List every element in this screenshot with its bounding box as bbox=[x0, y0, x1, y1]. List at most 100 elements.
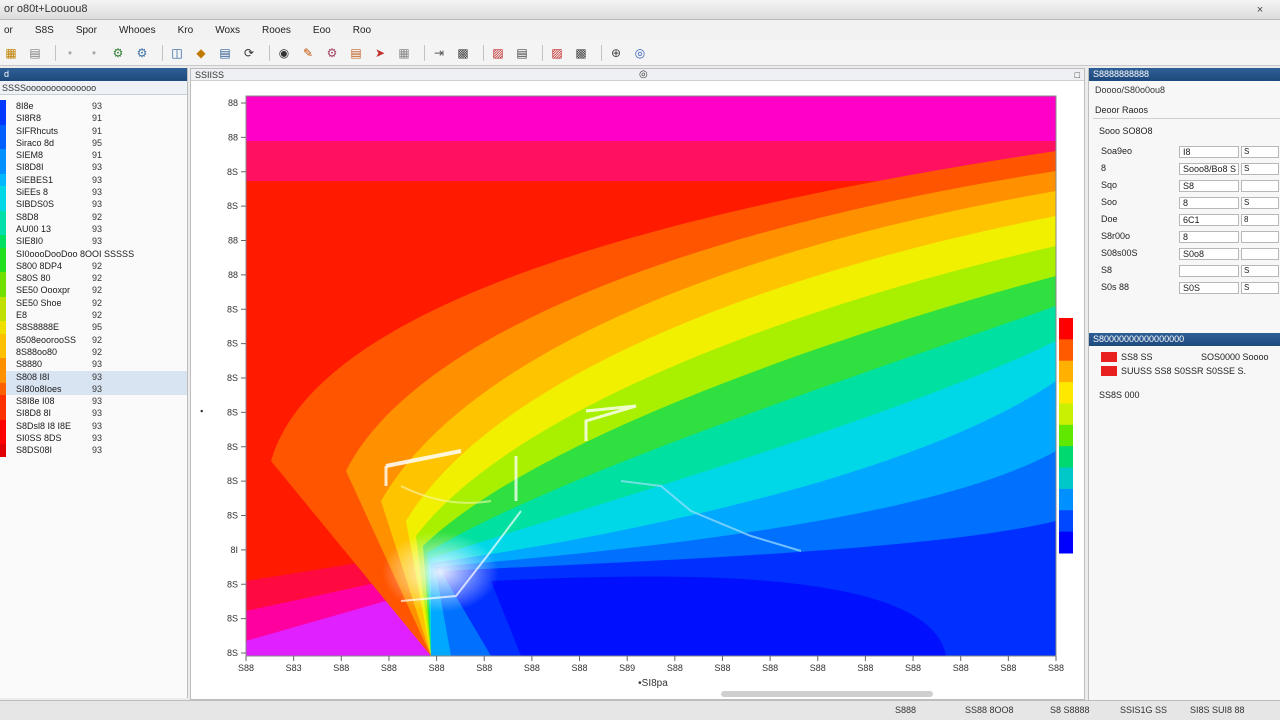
menu-item[interactable]: Spor bbox=[76, 25, 97, 36]
property-unit-select[interactable]: S bbox=[1241, 197, 1279, 209]
layer-item[interactable]: S8880 93 bbox=[0, 358, 187, 371]
layer-item[interactable]: SIE8I0 93 bbox=[0, 235, 187, 248]
layer-value: 93 bbox=[92, 433, 103, 444]
property-unit-select[interactable]: S bbox=[1241, 163, 1279, 175]
chart-icon[interactable]: ▩ bbox=[454, 44, 472, 62]
target-icon[interactable]: ◎ bbox=[631, 44, 649, 62]
dot-icon[interactable]: • bbox=[61, 44, 79, 62]
layer-item[interactable]: SI80o8Ioes 93 bbox=[0, 382, 187, 396]
dot-icon[interactable]: • bbox=[85, 44, 103, 62]
pin-icon[interactable]: ◎ bbox=[639, 69, 648, 81]
layer-item[interactable]: SiEEs 8 93 bbox=[0, 186, 187, 199]
layer-item[interactable]: SiEBES1 93 bbox=[0, 173, 187, 187]
layer-item[interactable]: Siraco 8d 95 bbox=[0, 136, 187, 150]
layer-value: 92 bbox=[92, 211, 103, 222]
layer-item[interactable]: SE50 Shoe 92 bbox=[0, 296, 187, 310]
property-unit-select[interactable]: S bbox=[1241, 282, 1279, 294]
gear-icon[interactable]: ⚙ bbox=[133, 44, 151, 62]
layer-item[interactable]: 8S88oo80 92 bbox=[0, 345, 187, 359]
close-icon[interactable]: □ bbox=[1075, 69, 1080, 81]
layer-item[interactable]: SIBDS0S 93 bbox=[0, 198, 187, 211]
close-icon[interactable]: × bbox=[1246, 2, 1274, 17]
x-tick-label: S88 bbox=[762, 663, 778, 673]
property-unit-select[interactable] bbox=[1241, 180, 1279, 192]
layer-item[interactable]: SI8D8I 93 bbox=[0, 161, 187, 174]
export-icon[interactable]: ⇥ bbox=[430, 44, 448, 62]
property-field[interactable]: S0o8 bbox=[1179, 248, 1239, 260]
property-unit-select[interactable] bbox=[1241, 248, 1279, 260]
property-label: S0s 88 bbox=[1101, 282, 1130, 292]
property-field[interactable]: 8 bbox=[1179, 197, 1239, 209]
layer-item[interactable]: S800 8DP4 92 bbox=[0, 259, 187, 273]
layer-item[interactable]: SIEM8 91 bbox=[0, 149, 187, 162]
layer-item[interactable]: S80S 80 92 bbox=[0, 272, 187, 285]
property-field[interactable] bbox=[1179, 265, 1239, 277]
view-icon[interactable]: ◉ bbox=[275, 44, 293, 62]
contour-plot[interactable]: 88888S8S88888S8S8S8S8S8S8S8I8S8S8S S88 S8… bbox=[191, 81, 1084, 691]
grid-icon[interactable]: ▦ bbox=[2, 44, 20, 62]
menu-item[interactable]: Rooes bbox=[262, 25, 291, 36]
table-icon[interactable]: ▦ bbox=[395, 44, 413, 62]
chart-icon[interactable]: ▨ bbox=[489, 44, 507, 62]
menu-item[interactable]: Woxs bbox=[215, 25, 240, 36]
brush-icon[interactable]: ✎ bbox=[299, 44, 317, 62]
layer-item[interactable]: SI8D8 8I 93 bbox=[0, 407, 187, 420]
property-unit-select[interactable]: S bbox=[1241, 146, 1279, 158]
refresh-icon[interactable]: ⟳ bbox=[240, 44, 258, 62]
layer-icon[interactable]: ▤ bbox=[513, 44, 531, 62]
menu-item[interactable]: or bbox=[4, 25, 13, 36]
layer-item[interactable]: S808 I8I 93 bbox=[0, 370, 187, 383]
property-field[interactable]: I8 bbox=[1179, 146, 1239, 158]
layer-item[interactable]: AU00 13 93 bbox=[0, 222, 187, 236]
color-swatch bbox=[0, 395, 6, 408]
crosshair-icon[interactable]: ⊕ bbox=[607, 44, 625, 62]
layer-value: 92 bbox=[92, 297, 103, 308]
pointer-icon[interactable]: ➤ bbox=[371, 44, 389, 62]
horizontal-scrollbar[interactable] bbox=[721, 691, 933, 697]
property-unit-select[interactable]: 8 bbox=[1241, 214, 1279, 226]
menu-item[interactable]: Roo bbox=[353, 25, 371, 36]
property-unit-select[interactable] bbox=[1241, 231, 1279, 243]
layer-item[interactable]: SE50 Oooxpr 92 bbox=[0, 284, 187, 297]
layer-item[interactable]: S8DS08I 93 bbox=[0, 444, 187, 457]
menu-item[interactable]: Eoo bbox=[313, 25, 331, 36]
properties-title: Doooo/S80o0ou8 bbox=[1095, 85, 1166, 95]
save-icon[interactable]: ▤ bbox=[216, 44, 234, 62]
layer-item[interactable]: 8I8e 93 bbox=[0, 100, 187, 113]
layer-icon[interactable]: ▩ bbox=[572, 44, 590, 62]
layers-icon[interactable]: ▤ bbox=[26, 44, 44, 62]
layer-item[interactable]: S8Dsl8 I8 I8E 93 bbox=[0, 419, 187, 433]
menu-item[interactable]: Whooes bbox=[119, 25, 156, 36]
shape-icon[interactable]: ◆ bbox=[192, 44, 210, 62]
property-field[interactable]: Sooo8/Bo8 S bbox=[1179, 163, 1239, 175]
layer-item[interactable]: 8508eoorooSS 92 bbox=[0, 333, 187, 346]
save-icon[interactable]: ▤ bbox=[347, 44, 365, 62]
x-tick-label: S88 bbox=[857, 663, 873, 673]
layer-item[interactable]: SIFRhcuts 91 bbox=[0, 124, 187, 137]
layer-item[interactable]: S8S8888E 95 bbox=[0, 321, 187, 334]
layer-item[interactable]: S8I8e I08 93 bbox=[0, 395, 187, 408]
layer-item[interactable]: SI8R8 91 bbox=[0, 112, 187, 125]
layer-item[interactable]: SI0oooDooDoo 8OOI SSSSS bbox=[0, 247, 187, 260]
layer-value: 93 bbox=[92, 420, 103, 431]
property-field[interactable]: 6C1 bbox=[1179, 214, 1239, 226]
gear-icon[interactable]: ⚙ bbox=[109, 44, 127, 62]
color-swatch bbox=[0, 100, 6, 113]
property-field[interactable]: 8 bbox=[1179, 231, 1239, 243]
plot-panel-header: SSIISS ◎ □ bbox=[191, 69, 1084, 81]
settings-icon[interactable]: ⚙ bbox=[323, 44, 341, 62]
open-icon[interactable]: ◫ bbox=[168, 44, 186, 62]
property-unit-select[interactable]: S bbox=[1241, 265, 1279, 277]
menu-item[interactable]: S8S bbox=[35, 25, 54, 36]
menu-item[interactable]: Kro bbox=[178, 25, 194, 36]
layer-item[interactable]: SI0SS 8DS 93 bbox=[0, 432, 187, 445]
color-swatch bbox=[0, 161, 6, 174]
layer-name: S800 8DP4 bbox=[16, 260, 63, 271]
property-field[interactable]: S0S bbox=[1179, 282, 1239, 294]
layer-icon[interactable]: ▨ bbox=[548, 44, 566, 62]
y-tick-label: 8S bbox=[227, 511, 238, 521]
layer-item[interactable]: S8D8 92 bbox=[0, 210, 187, 223]
layer-value: 93 bbox=[92, 199, 103, 210]
property-field[interactable]: S8 bbox=[1179, 180, 1239, 192]
layer-item[interactable]: E8 92 bbox=[0, 309, 187, 322]
